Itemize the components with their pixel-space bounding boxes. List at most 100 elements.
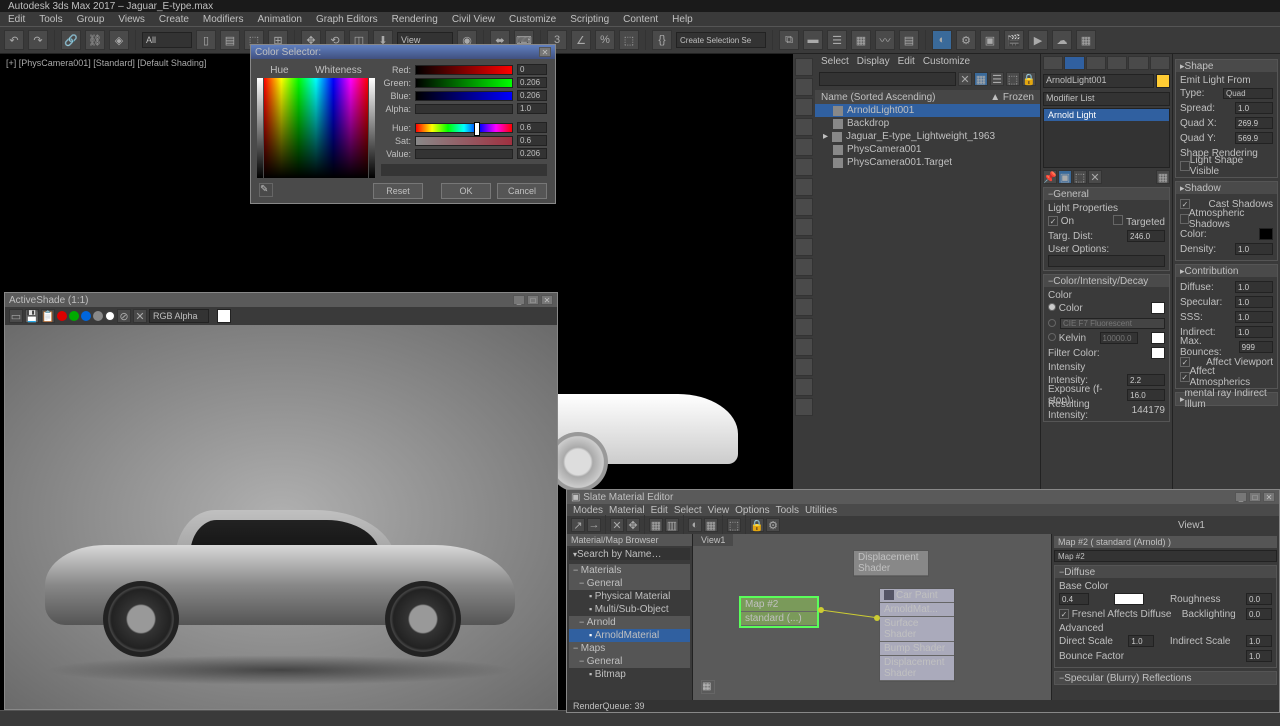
stack-item-arnold-light[interactable]: Arnold Light [1044,109,1169,121]
region-icon[interactable]: ▭ [9,309,23,323]
render-button[interactable]: 🎬 [1004,30,1024,50]
overlay-swatch[interactable] [217,309,231,323]
side-bone-icon[interactable] [795,178,813,196]
make-unique-icon[interactable]: ⬚ [1073,170,1087,184]
select-button[interactable]: ▯ [196,30,216,50]
render-canvas[interactable] [5,325,557,709]
hue-slider[interactable] [415,123,513,133]
scene-item-backdrop[interactable]: Backdrop [815,117,1040,130]
node-car-paint[interactable]: Car Paint ArnoldMat... Surface Shader Bu… [879,588,955,682]
slate-menu-bar[interactable]: Modes Material Edit Select View Options … [567,504,1279,516]
nav-cube-icon[interactable]: ▦ [701,680,715,694]
menu-customize[interactable]: Customize [505,14,560,25]
create-tab[interactable] [1043,56,1063,70]
hue-slider-thumb[interactable] [474,122,480,136]
value-slider[interactable] [415,149,513,159]
slate-pick-icon[interactable]: ↗ [571,518,585,532]
scene-lock-button[interactable]: 🔒 [1022,72,1036,86]
color-dialog-titlebar[interactable]: Color Selector: ✕ [251,45,555,59]
tree-materials[interactable]: − Materials [569,564,690,577]
slate-minimize-icon[interactable]: _ [1235,492,1247,502]
quady-spinner[interactable]: 569.9 [1235,132,1273,144]
undo-button[interactable]: ↶ [4,30,24,50]
light-shape-visible-checkbox[interactable] [1180,161,1190,171]
snap-angle-button[interactable]: ∠ [571,30,591,50]
base-weight-spinner[interactable]: 0.4 [1059,593,1089,605]
render-setup-button[interactable]: ⚙ [956,30,976,50]
contribution-rollout-header[interactable]: ▸ Contribution [1176,265,1277,277]
scene-item-arnoldlight[interactable]: ArnoldLight001 [815,104,1040,117]
slate-move-icon[interactable]: ✥ [626,518,640,532]
reset-button[interactable]: Reset [373,183,423,199]
side-frozen-icon[interactable] [795,278,813,296]
unlink-button[interactable]: ⛓ [85,30,105,50]
slate-menu-material[interactable]: Material [609,505,645,516]
targ-dist-spinner[interactable]: 246.0 [1127,230,1165,242]
rendered-frame-button[interactable]: ▣ [980,30,1000,50]
green-slider[interactable] [415,78,513,88]
side-select-icon[interactable] [795,78,813,96]
type-dropdown[interactable]: Quad [1223,88,1273,99]
menu-edit[interactable]: Edit [4,14,29,25]
material-editor-button[interactable]: ◐ [932,30,952,50]
layers-button[interactable]: ☰ [827,30,847,50]
spinner-snap-button[interactable]: ⬚ [619,30,639,50]
sat-slider[interactable] [415,136,513,146]
link-button[interactable]: 🔗 [61,30,81,50]
color-radio[interactable] [1048,303,1056,311]
snap-percent-button[interactable]: % [595,30,615,50]
preset-radio[interactable] [1048,319,1056,327]
kelvin-radio[interactable] [1048,333,1056,341]
scene-view-button[interactable]: ▦ [974,72,988,86]
node-map2[interactable]: Map #2 standard (...) [739,596,819,628]
preset-dropdown[interactable]: CIE F7 Fluorescent [1060,318,1165,329]
slate-node-view[interactable]: View1 Displacement Shader Map #2 standar… [693,534,1051,700]
menu-create[interactable]: Create [155,14,193,25]
alpha-value[interactable]: 1.0 [517,103,547,114]
direct-scale-spinner[interactable]: 1.0 [1128,635,1154,647]
slate-maximize-icon[interactable]: □ [1249,492,1261,502]
mirror-button[interactable]: ⧉ [779,30,799,50]
red-value[interactable]: 0 [517,64,547,75]
side-collapse-icon[interactable] [795,378,813,396]
named-sel-dropdown[interactable]: Create Selection Se [676,32,766,48]
contrib-diffuse-spinner[interactable]: 1.0 [1235,281,1273,293]
quadx-spinner[interactable]: 269.9 [1235,117,1273,129]
select-name-button[interactable]: ▤ [220,30,240,50]
filter-color-swatch[interactable] [1151,347,1165,359]
roughness-spinner[interactable]: 0.0 [1246,593,1272,605]
slate-shaded-icon[interactable]: ◐ [688,518,702,532]
toggle-ribbon-button[interactable]: ▦ [851,30,871,50]
ok-button[interactable]: OK [441,183,491,199]
copy-icon[interactable]: 📋 [41,309,55,323]
blackness-slider[interactable] [257,78,263,178]
channel-dropdown[interactable]: RGB Alpha [149,309,209,323]
backlighting-spinner[interactable]: 0.0 [1246,608,1272,620]
menu-scripting[interactable]: Scripting [566,14,613,25]
layout-button[interactable]: ▦ [1076,30,1096,50]
slate-menu-select[interactable]: Select [674,505,702,516]
tree-maps[interactable]: − Maps [569,642,690,655]
scene-search-input[interactable] [819,72,956,86]
edit-named-sel-button[interactable]: {} [652,30,672,50]
blue-channel-icon[interactable] [81,311,91,321]
motion-tab[interactable] [1107,56,1127,70]
blue-value[interactable]: 0.206 [517,90,547,101]
mental-rollout-header[interactable]: ▸ mental ray Indirect Illum [1176,393,1277,405]
scene-display-button[interactable]: ⬚ [1006,72,1020,86]
menu-modifiers[interactable]: Modifiers [199,14,248,25]
scene-item-camera[interactable]: PhysCamera001 [815,143,1040,156]
general-rollout-header[interactable]: − General [1044,188,1169,200]
utilities-tab[interactable] [1150,56,1170,70]
specular-rollout-header[interactable]: − Specular (Blurry) Reflections [1055,672,1276,684]
remove-mod-icon[interactable]: ✕ [1088,170,1102,184]
density-spinner[interactable]: 1.0 [1235,243,1273,255]
tree-multi-sub[interactable]: ▪ Multi/Sub-Object [569,603,690,616]
menu-help[interactable]: Help [668,14,697,25]
mono-channel-icon[interactable] [105,311,115,321]
side-camera-icon[interactable] [795,118,813,136]
scene-filter-button[interactable]: ☰ [990,72,1004,86]
whiteness-slider[interactable] [369,78,375,178]
schematic-button[interactable]: ▤ [899,30,919,50]
side-arrow-icon[interactable] [795,58,813,76]
